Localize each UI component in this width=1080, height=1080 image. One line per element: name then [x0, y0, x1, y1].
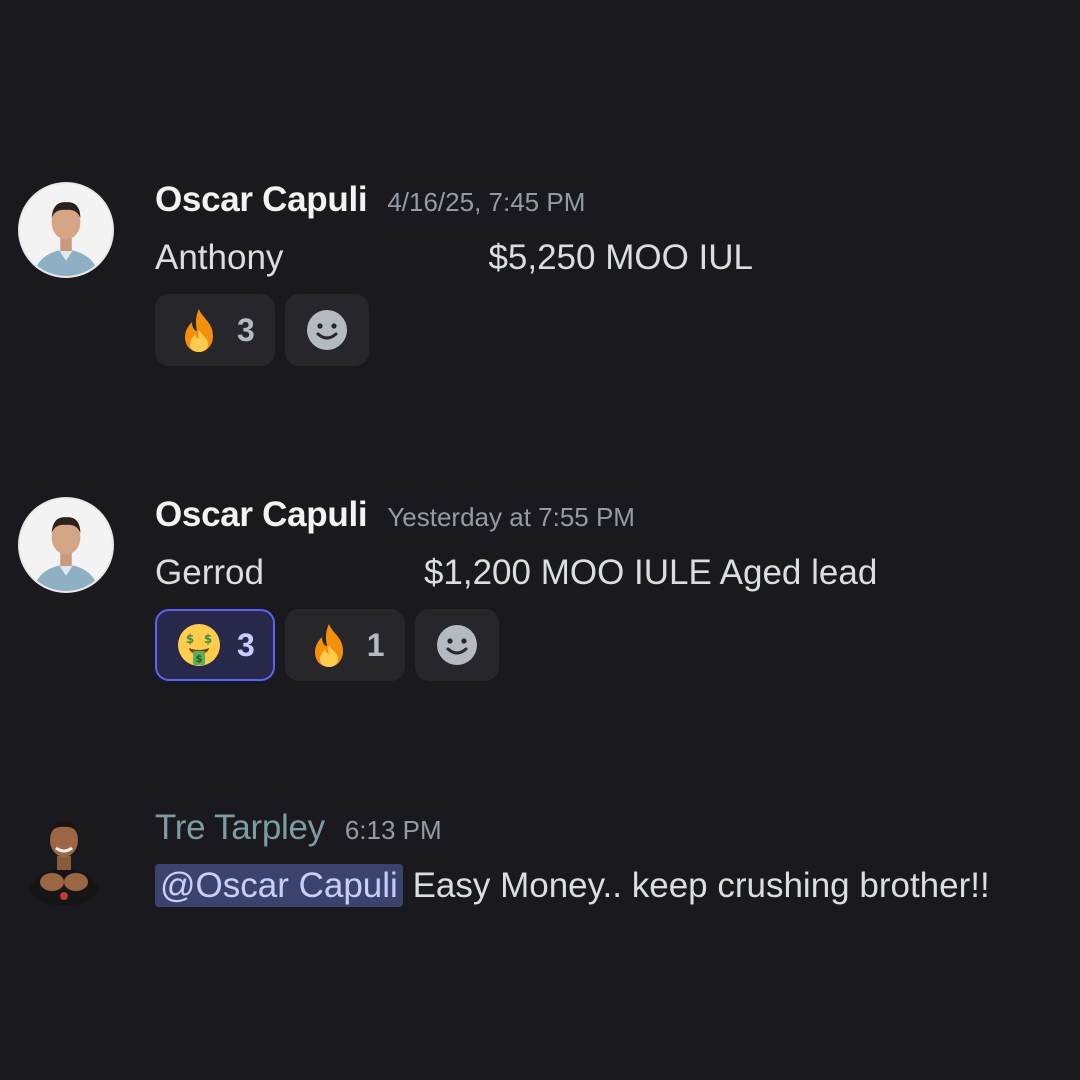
svg-text:$: $: [204, 632, 212, 646]
fire-emoji: [305, 621, 353, 669]
username[interactable]: Oscar Capuli: [155, 495, 368, 535]
add-reaction-button[interactable]: [414, 609, 499, 681]
add-reaction-smiley-icon: [435, 623, 479, 667]
timestamp: 6:13 PM: [344, 815, 442, 845]
add-reaction-button[interactable]: [284, 294, 369, 366]
reaction-count: 3: [237, 626, 255, 663]
reactions-bar: 3: [155, 294, 369, 366]
message-content: Gerrod $1,200 MOO IULE Aged lead: [155, 551, 877, 595]
money-mouth-face-emoji: $ $ $: [175, 621, 223, 669]
reaction-count: 3: [237, 311, 255, 348]
username[interactable]: Oscar Capuli: [155, 180, 368, 220]
chat-message-list: Oscar Capuli 4/16/25, 7:45 PM Anthony $5,…: [0, 0, 1080, 1080]
reactions-bar: $ $ $ 3 1: [155, 609, 499, 681]
user-mention[interactable]: @Oscar Capuli: [155, 864, 403, 907]
message-text: Anthony: [155, 238, 284, 277]
reaction-fire[interactable]: 3: [155, 294, 275, 366]
fire-emoji: [175, 306, 223, 354]
add-reaction-smiley-icon: [305, 308, 349, 352]
message-text: $1,200 MOO IULE Aged lead: [423, 553, 878, 592]
message-content: @Oscar Capuli Easy Money.. keep crushing…: [155, 864, 990, 908]
svg-text:$: $: [186, 632, 194, 646]
message-text: Easy Money.. keep crushing brother!!: [412, 866, 990, 905]
avatar[interactable]: [18, 182, 114, 278]
message-text: Gerrod: [155, 553, 264, 592]
svg-text:$: $: [196, 654, 203, 665]
reaction-money-mouth[interactable]: $ $ $ 3: [155, 609, 275, 681]
avatar[interactable]: [18, 497, 114, 593]
timestamp: 4/16/25, 7:45 PM: [387, 187, 586, 217]
message-content: Anthony $5,250 MOO IUL: [155, 236, 753, 280]
username[interactable]: Tre Tarpley: [155, 808, 325, 848]
reaction-fire[interactable]: 1: [284, 609, 405, 681]
reaction-count: 1: [366, 626, 385, 663]
timestamp: Yesterday at 7:55 PM: [387, 502, 635, 532]
message-text: $5,250 MOO IUL: [488, 238, 754, 277]
avatar[interactable]: [16, 810, 112, 906]
